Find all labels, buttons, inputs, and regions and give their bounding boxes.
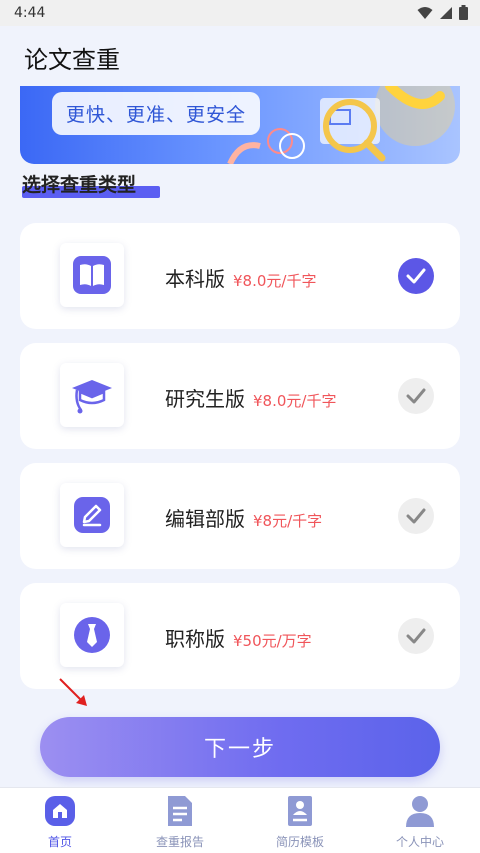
wifi-icon — [417, 6, 433, 19]
battery-icon — [459, 5, 468, 20]
nav-label: 简历模板 — [275, 835, 324, 849]
signal-icon — [440, 6, 452, 19]
promo-banner[interactable]: 更快、更准、更安全 — [20, 86, 460, 164]
check-icon[interactable] — [398, 378, 434, 414]
nav-item-resume[interactable]: 简历模板 — [240, 788, 360, 853]
nav-label: 查重报告 — [155, 835, 204, 849]
banner-tagline: 更快、更准、更安全 — [52, 92, 261, 135]
nav-item-profile[interactable]: 个人中心 — [360, 788, 480, 853]
nav-label: 首页 — [47, 835, 72, 849]
option-name: 研究生版 ¥8.0元/千字 — [165, 387, 337, 411]
nav-item-report[interactable]: 查重报告 — [120, 788, 240, 853]
nav-item-home[interactable]: 首页 — [0, 788, 120, 853]
bottom-nav: 首页 查重报告 简历模板 个人中心 — [0, 787, 480, 853]
next-button[interactable]: 下一步 — [40, 717, 440, 777]
nav-label: 个人中心 — [395, 835, 444, 849]
resume-icon — [283, 794, 317, 828]
report-icon — [163, 794, 197, 828]
option-card-editorial[interactable]: 编辑部版 ¥8元/千字 — [20, 463, 460, 569]
edit-pen-icon — [60, 483, 124, 547]
tie-icon — [60, 603, 124, 667]
option-name: 编辑部版 ¥8元/千字 — [165, 507, 323, 531]
status-icons — [417, 5, 468, 20]
check-icon[interactable] — [398, 258, 434, 294]
page-title: 论文查重 — [24, 46, 120, 74]
graduation-cap-icon — [60, 363, 124, 427]
option-card-undergraduate[interactable]: 本科版 ¥8.0元/千字 — [20, 223, 460, 329]
option-name: 职称版 ¥50元/万字 — [165, 627, 312, 651]
book-icon — [60, 243, 124, 307]
option-card-graduate[interactable]: 研究生版 ¥8.0元/千字 — [20, 343, 460, 449]
option-price: ¥50元/万字 — [233, 632, 312, 650]
option-price: ¥8.0元/千字 — [253, 392, 337, 410]
check-icon[interactable] — [398, 618, 434, 654]
header: 论文查重 — [0, 26, 480, 86]
person-icon — [403, 794, 437, 828]
status-bar: 4:44 — [0, 0, 480, 26]
status-time: 4:44 — [14, 5, 46, 21]
option-price: ¥8元/千字 — [253, 512, 323, 530]
option-card-professional-title[interactable]: 职称版 ¥50元/万字 — [20, 583, 460, 689]
hint-arrow-icon — [59, 678, 87, 706]
option-name: 本科版 ¥8.0元/千字 — [165, 267, 317, 291]
section-title: 选择查重类型 — [22, 174, 137, 196]
check-icon[interactable] — [398, 498, 434, 534]
option-price: ¥8.0元/千字 — [233, 272, 317, 290]
home-icon — [43, 794, 77, 828]
section-header: 选择查重类型 — [22, 170, 160, 202]
